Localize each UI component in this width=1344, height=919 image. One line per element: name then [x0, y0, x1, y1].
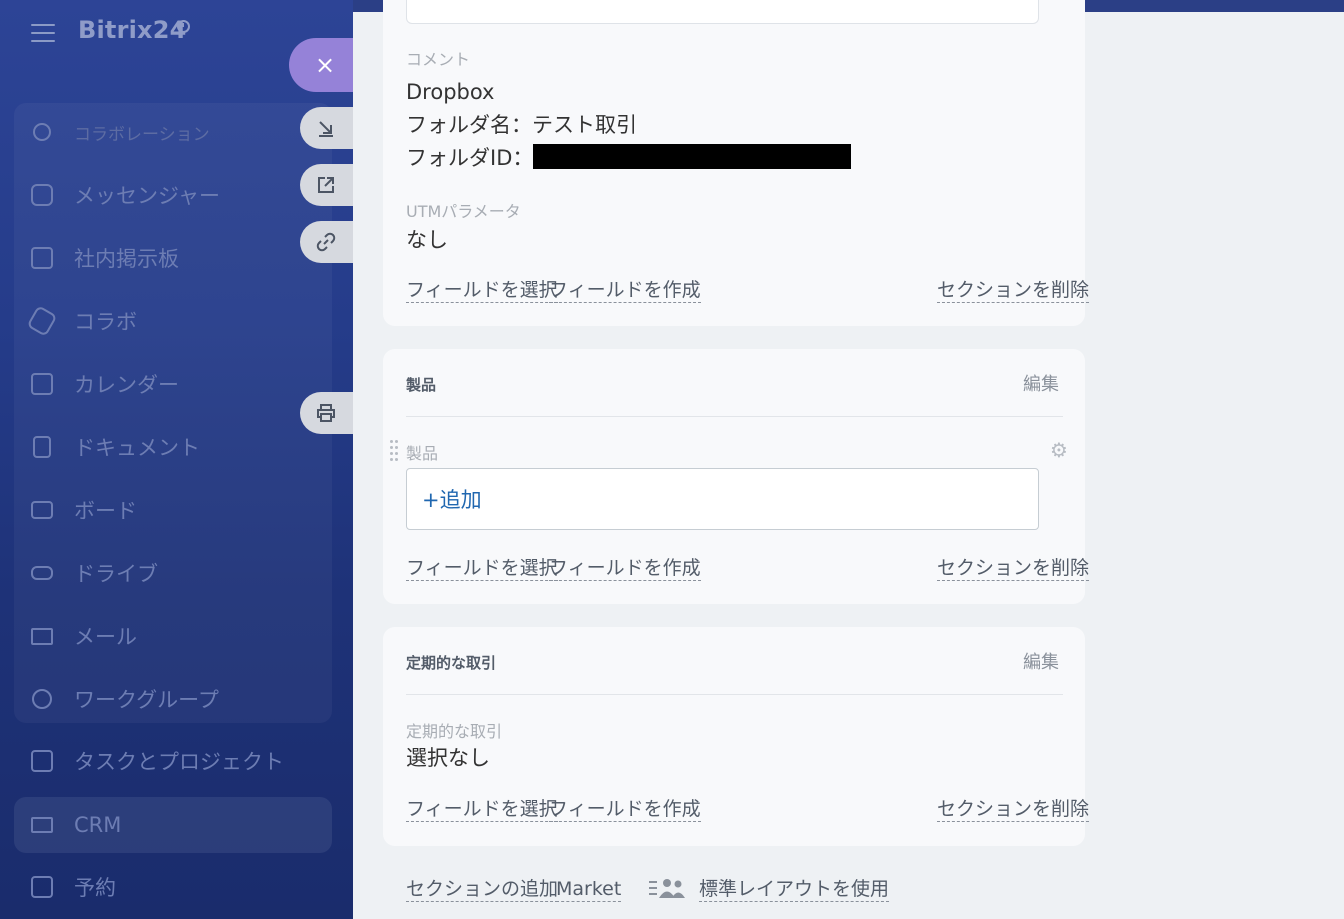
sidebar-item-calendar[interactable]: カレンダー	[14, 359, 332, 409]
clock-icon	[177, 20, 190, 33]
products-section-title: 製品	[406, 376, 437, 394]
sidebar-item-messenger[interactable]: メッセンジャー	[14, 170, 332, 220]
close-icon: ×	[315, 51, 336, 79]
document-icon	[28, 433, 56, 461]
delete-section-link[interactable]: セクションを削除	[937, 797, 1090, 822]
chat-icon	[28, 181, 56, 209]
sidebar-item-mail[interactable]: メール	[14, 611, 332, 661]
add-section-link[interactable]: セクションの追加	[406, 877, 559, 902]
comment-line-3: フォルダID：	[406, 142, 852, 175]
sidebar-item-newsfeed[interactable]: 社内掲示板	[14, 233, 332, 283]
open-new-window-icon	[318, 177, 334, 193]
sidebar-item-booking[interactable]: 予約	[14, 862, 332, 912]
select-field-link[interactable]: フィールドを選択	[406, 556, 558, 581]
link-icon	[316, 232, 336, 252]
task-icon	[28, 747, 56, 775]
recurring-section-title: 定期的な取引	[406, 654, 497, 672]
board-icon	[28, 496, 56, 524]
app-logo[interactable]: Bitrix24	[78, 16, 187, 44]
use-standard-layout-link[interactable]: 標準レイアウトを使用	[699, 877, 890, 902]
create-field-link[interactable]: フィールドを作成	[549, 278, 701, 303]
sidebar-item-workgroups[interactable]: ワークグループ	[14, 674, 332, 724]
products-edit-link[interactable]: 編集	[1023, 370, 1059, 396]
menu-icon[interactable]	[31, 24, 55, 42]
mail-icon	[28, 622, 56, 650]
create-field-link[interactable]: フィールドを作成	[549, 556, 701, 581]
gear-icon[interactable]: ⚙	[1050, 440, 1070, 460]
close-button[interactable]: ×	[289, 38, 355, 92]
divider	[406, 416, 1063, 417]
recurring-edit-link[interactable]: 編集	[1023, 648, 1059, 674]
add-product-box[interactable]: +追加	[406, 468, 1039, 530]
comment-line-1: Dropbox	[406, 80, 495, 104]
products-field-label: 製品	[406, 444, 439, 463]
drag-handle-icon[interactable]	[390, 440, 398, 461]
sidebar: Bitrix24 コラボレーション メッセンジャー 社内掲示板 コラボ カレンダ…	[0, 0, 353, 919]
drive-icon	[28, 559, 56, 587]
sidebar-item-collab[interactable]: コラボ	[14, 296, 332, 346]
redacted-block	[533, 144, 852, 169]
collab-hex-icon	[26, 305, 58, 337]
print-icon	[317, 404, 335, 422]
collapse-button[interactable]	[300, 107, 355, 149]
delete-section-link[interactable]: セクションを削除	[937, 278, 1090, 303]
sidebar-item-collaboration[interactable]: コラボレーション	[14, 107, 332, 157]
sidebar-item-drive[interactable]: ドライブ	[14, 548, 332, 598]
people-icon	[649, 879, 685, 898]
recurring-field-label: 定期的な取引	[406, 722, 503, 741]
create-field-link[interactable]: フィールドを作成	[549, 797, 701, 822]
utm-value: なし	[406, 228, 448, 252]
divider	[406, 694, 1063, 695]
sidebar-item-crm[interactable]: CRM	[14, 797, 332, 853]
collapse-icon	[319, 121, 333, 137]
folder-id-label: フォルダID：	[406, 146, 534, 170]
comment-label: コメント	[406, 50, 471, 69]
copy-link-button[interactable]	[300, 221, 355, 263]
select-field-link[interactable]: フィールドを選択	[406, 278, 558, 303]
recurring-field-value: 選択なし	[406, 746, 490, 770]
sidebar-item-documents[interactable]: ドキュメント	[14, 422, 332, 472]
open-new-window-button[interactable]	[300, 164, 355, 206]
print-button[interactable]	[300, 392, 355, 434]
workgroup-icon	[28, 685, 56, 713]
add-product-button[interactable]: +追加	[422, 484, 482, 514]
input-field-fragment[interactable]	[406, 0, 1039, 24]
calendar-icon	[28, 370, 56, 398]
booking-icon	[28, 873, 56, 901]
sidebar-item-tasks[interactable]: タスクとプロジェクト	[14, 736, 332, 786]
market-link[interactable]: Market	[556, 877, 622, 902]
newsfeed-icon	[28, 244, 56, 272]
crm-icon	[28, 811, 56, 839]
collaboration-icon	[28, 118, 56, 146]
delete-section-link[interactable]: セクションを削除	[937, 556, 1090, 581]
sidebar-item-board[interactable]: ボード	[14, 485, 332, 535]
utm-label: UTMパラメータ	[406, 202, 521, 221]
comment-line-2: フォルダ名：テスト取引	[406, 113, 637, 137]
select-field-link[interactable]: フィールドを選択	[406, 797, 558, 822]
